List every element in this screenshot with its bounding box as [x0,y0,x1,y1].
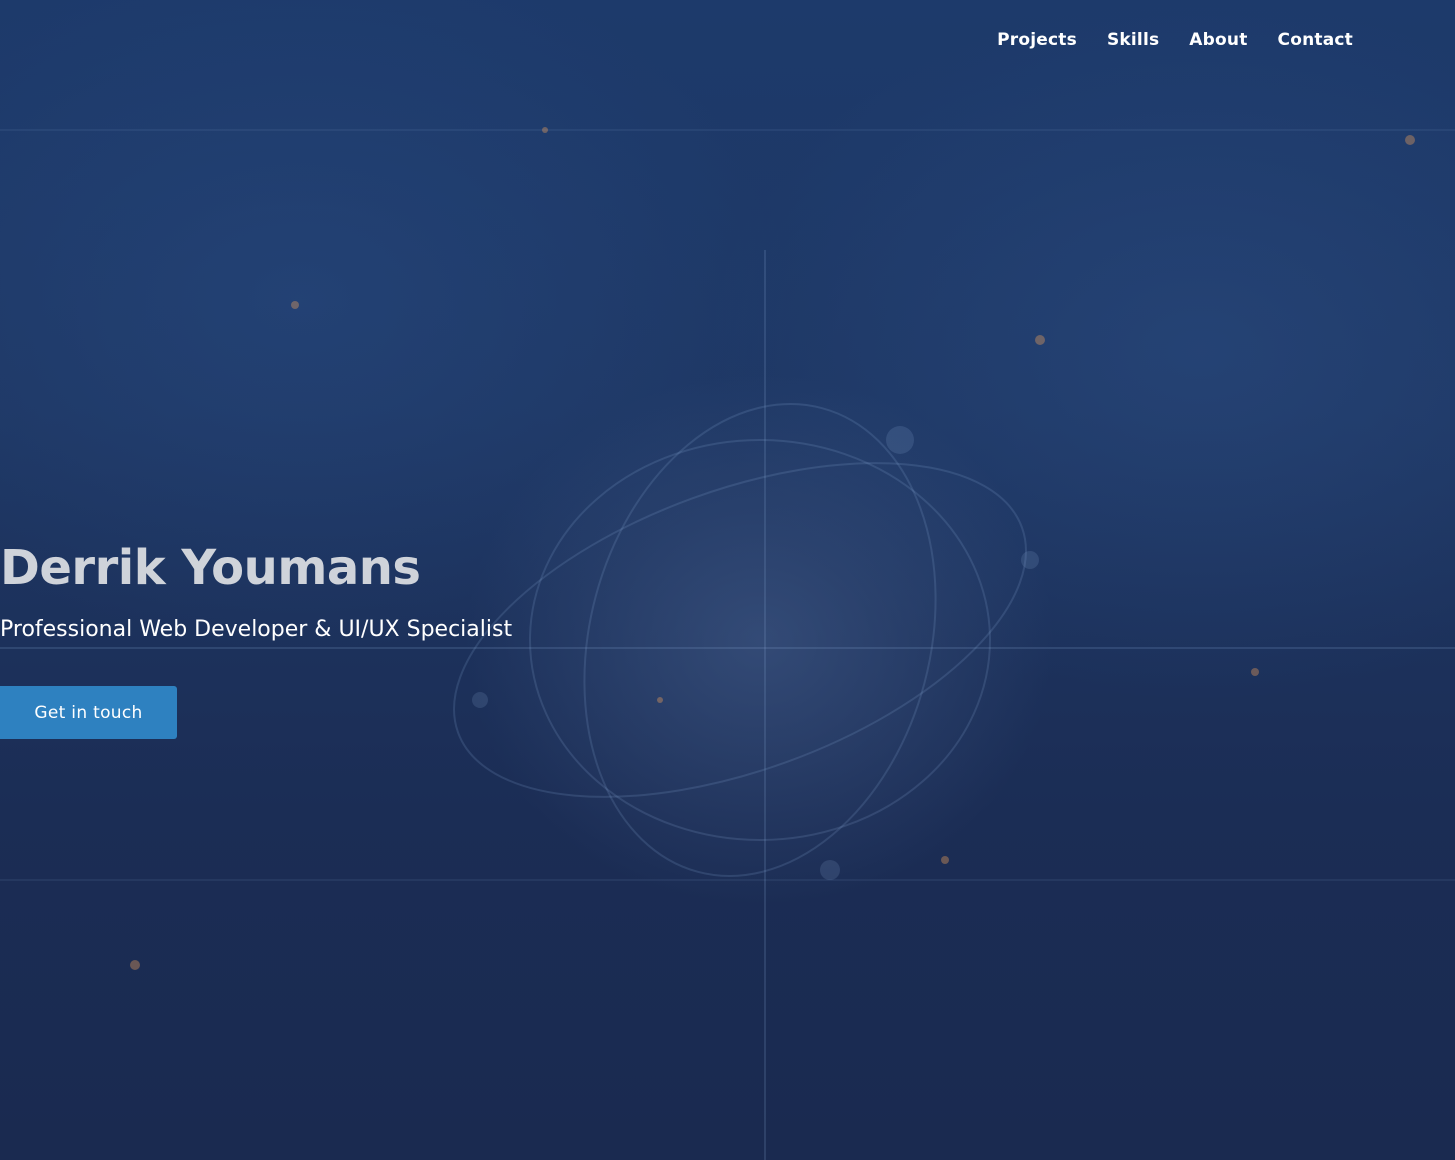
hero-title: Derrik Youmans [0,540,421,596]
main-navigation: Projects Skills About Contact [997,30,1353,50]
nav-link-projects[interactable]: Projects [997,30,1077,50]
get-in-touch-button[interactable]: Get in touch [0,686,177,739]
nav-link-skills[interactable]: Skills [1107,30,1159,50]
hero-subtitle: Professional Web Developer & UI/UX Speci… [0,617,513,642]
nav-link-contact[interactable]: Contact [1278,30,1353,50]
nav-link-about[interactable]: About [1189,30,1247,50]
